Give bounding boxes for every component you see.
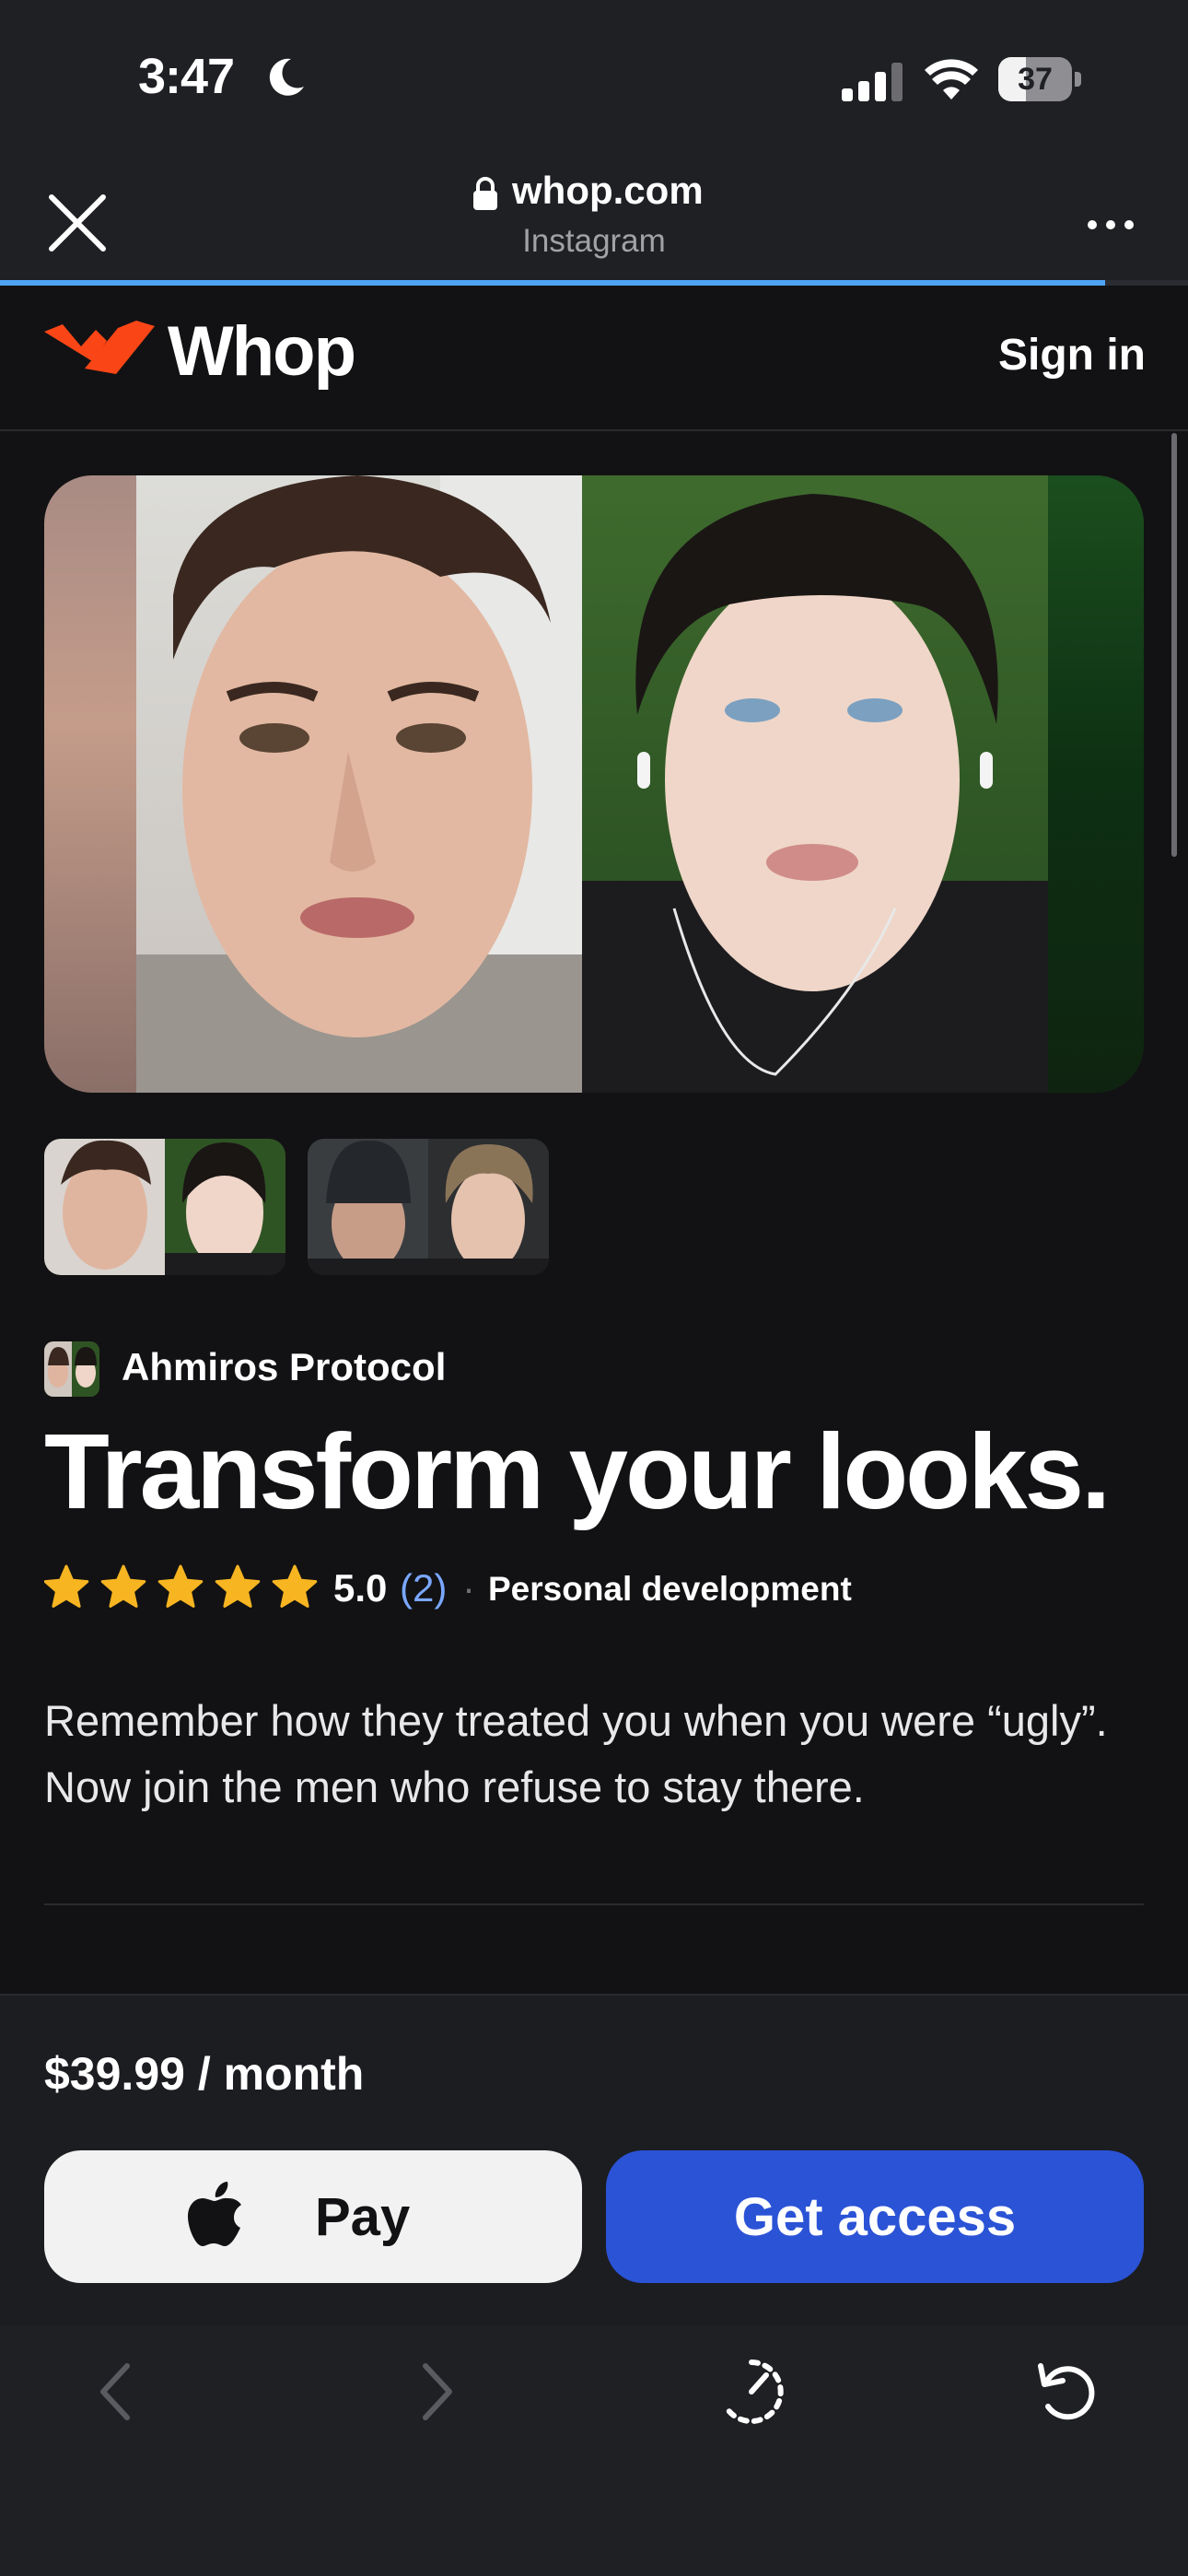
star-icon: [215, 1564, 261, 1608]
meta-separator: ·: [462, 1566, 475, 1610]
speed-dial-icon[interactable]: [715, 2355, 788, 2429]
back-arrow-icon[interactable]: [81, 2355, 155, 2429]
before-photo-illustration: [136, 475, 582, 1093]
price-label: $39.99 / month: [44, 2048, 365, 2100]
product-description: Remember how they treated you when you w…: [44, 1696, 1108, 1811]
after-photo: [582, 475, 1048, 1093]
cellular-signal-icon: [842, 63, 903, 101]
star-icon: [44, 1564, 89, 1608]
category-label[interactable]: Personal development: [488, 1570, 852, 1609]
star-icon: [100, 1564, 146, 1608]
status-time: 3:47: [138, 49, 235, 104]
reload-icon[interactable]: [1030, 2355, 1103, 2429]
forward-arrow-icon[interactable]: [398, 2355, 472, 2429]
next-image-peek[interactable]: [1048, 475, 1144, 1093]
battery-level: 37: [1018, 62, 1053, 97]
battery-body: 37: [998, 57, 1072, 101]
gallery-thumbnail[interactable]: [44, 1139, 285, 1275]
before-photo: [136, 475, 582, 1093]
hero-image-carousel[interactable]: [44, 475, 1144, 1093]
apple-pay-button[interactable]: [44, 2150, 582, 2283]
section-divider: [44, 1903, 1144, 1905]
scrollbar[interactable]: [1171, 433, 1177, 857]
creator-avatar-image: [44, 1341, 99, 1397]
url-domain[interactable]: whop.com: [512, 169, 704, 213]
sign-in-link[interactable]: Sign in: [998, 330, 1146, 381]
browser-toolbar: [0, 2325, 1188, 2576]
moon-icon: [269, 58, 304, 96]
thumbnail-2-image: [308, 1139, 549, 1275]
rating-count-link[interactable]: (2): [400, 1566, 447, 1610]
battery-icon: 37: [998, 57, 1081, 101]
star-icon: [272, 1564, 318, 1608]
get-access-button[interactable]: Get access: [606, 2150, 1144, 2283]
thumbnail-1-image: [44, 1139, 285, 1275]
creator-name[interactable]: Ahmiros Protocol: [122, 1345, 446, 1389]
battery-tip: [1075, 72, 1081, 87]
rating-value: 5.0: [333, 1566, 388, 1610]
creator-avatar[interactable]: [44, 1341, 99, 1397]
rating-stars: [44, 1564, 318, 1608]
product-title: Transform your looks.: [44, 1411, 1111, 1531]
brand-name[interactable]: Whop: [168, 311, 356, 392]
star-icon: [157, 1564, 204, 1608]
previous-image-peek[interactable]: [44, 475, 136, 1093]
more-icon[interactable]: [1083, 206, 1138, 243]
after-photo-illustration: [582, 494, 1048, 1093]
source-app-label: Instagram: [522, 223, 666, 259]
gallery-thumbnail[interactable]: [308, 1139, 549, 1275]
whop-logo-icon[interactable]: [44, 319, 155, 380]
lock-icon: [473, 177, 497, 210]
wifi-icon: [925, 59, 978, 100]
